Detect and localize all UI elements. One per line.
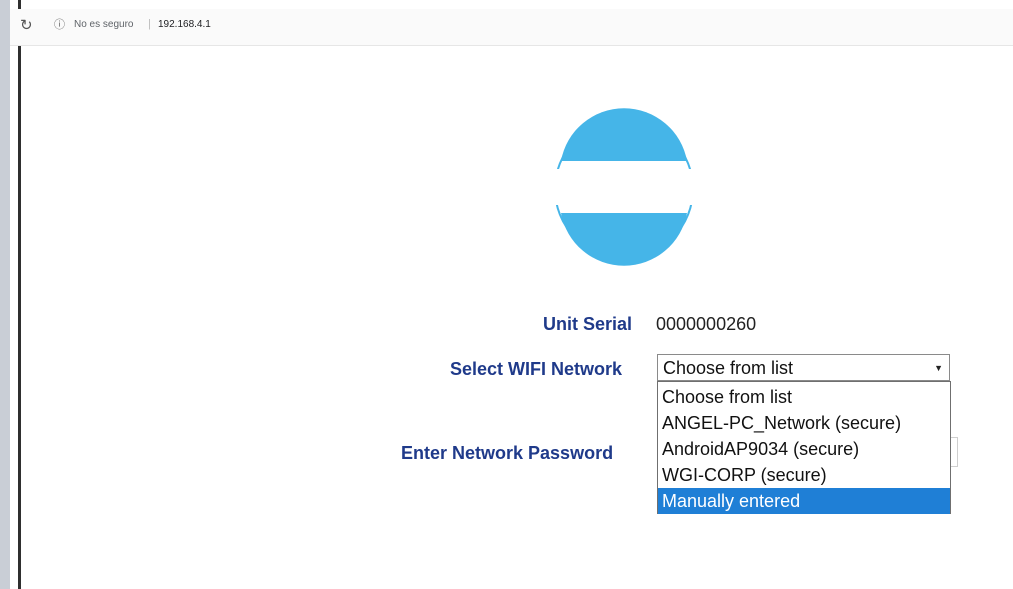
- window-border-line: [18, 0, 21, 589]
- address-separator: |: [148, 18, 151, 30]
- dropdown-option[interactable]: WGI-CORP (secure): [658, 462, 950, 488]
- dropdown-arrow-icon: ▼: [934, 363, 943, 373]
- network-password-label: Enter Network Password: [401, 443, 614, 463]
- window-left-edge: [0, 0, 10, 589]
- dropdown-option[interactable]: ANGEL-PC_Network (secure): [658, 410, 950, 436]
- wifi-network-label: Select WIFI Network: [450, 359, 623, 379]
- logo: [553, 108, 695, 266]
- security-status[interactable]: No es seguro: [74, 19, 133, 31]
- dropdown-option-highlighted[interactable]: Manually entered: [658, 488, 950, 514]
- unit-serial-value: 0000000260: [656, 314, 757, 334]
- reload-icon[interactable]: ↻: [20, 17, 36, 35]
- unit-serial-label: Unit Serial: [543, 314, 633, 334]
- dropdown-option[interactable]: AndroidAP9034 (secure): [658, 436, 950, 462]
- dropdown-option[interactable]: Choose from list: [658, 384, 950, 410]
- info-icon[interactable]: ⓘ: [54, 18, 68, 32]
- wifi-network-dropdown[interactable]: Choose from list ANGEL-PC_Network (secur…: [657, 381, 951, 514]
- wifi-network-select[interactable]: Choose from list ▼: [657, 354, 950, 381]
- wifi-network-selected-value: Choose from list: [663, 358, 794, 378]
- url-text[interactable]: 192.168.4.1: [158, 19, 211, 31]
